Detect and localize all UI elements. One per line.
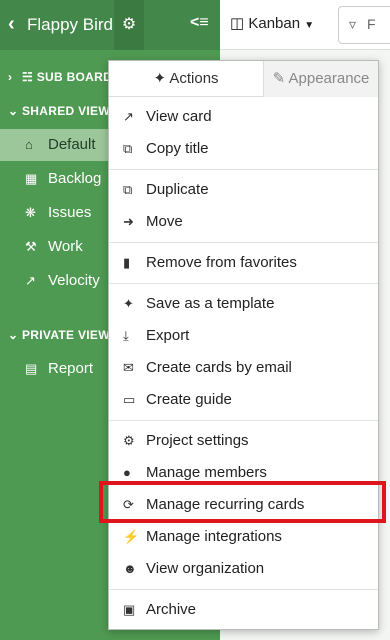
tab-actions[interactable]: ✦ Actions — [109, 61, 263, 97]
collapse-sidebar-icon[interactable]: <≡ — [190, 14, 209, 32]
view-switcher-button[interactable]: ◫ Kanban ▼ — [230, 14, 314, 32]
wrench-icon: ⚒ — [25, 239, 37, 254]
brush-icon: ✎ — [272, 70, 286, 87]
menu-item-label: Export — [146, 327, 190, 344]
tab-appearance[interactable]: ✎ Appearance — [263, 61, 378, 97]
home-icon: ⌂ — [25, 137, 33, 152]
download-icon: ⤓ — [123, 328, 129, 343]
menu-item-view-organization[interactable]: ☻ View organization — [109, 553, 378, 585]
users-icon: ☻ — [123, 561, 137, 576]
sidebar-item-label: Work — [48, 238, 83, 255]
menu-divider — [109, 169, 378, 170]
section-private-views[interactable]: ⌄ PRIVATE VIEWS — [8, 328, 118, 342]
menu-item-label: View card — [146, 108, 212, 125]
arrow-right-icon: ➜ — [123, 214, 134, 229]
chevron-down-icon: ⌄ — [8, 104, 19, 118]
chevron-right-icon: › — [8, 70, 13, 84]
filter-icon: ▿ — [349, 16, 357, 32]
sidebar-item-label: Report — [48, 360, 94, 377]
menu-item-label: Remove from favorites — [146, 254, 297, 271]
menu-divider — [109, 589, 378, 590]
section-shared-views[interactable]: ⌄ SHARED VIEWS — [8, 104, 118, 118]
menu-item-label: Manage members — [146, 464, 267, 481]
line-chart-icon: ↗ — [25, 273, 36, 288]
menu-item-archive[interactable]: ▣ Archive — [109, 594, 378, 626]
tab-label: Appearance — [288, 70, 370, 87]
menu-item-manage-integrations[interactable]: ⚡ Manage integrations — [109, 521, 378, 553]
sidebar-header: ‹ Flappy Bird ⚙ <≡ — [0, 0, 220, 50]
menu-item-label: Save as a template — [146, 295, 275, 312]
menu-item-label: View organization — [146, 560, 265, 577]
menu-item-label: Archive — [146, 601, 197, 618]
section-label: SHARED VIEWS — [22, 104, 119, 118]
menu-item-label: Manage integrations — [146, 528, 282, 545]
section-label: PRIVATE VIEWS — [22, 328, 119, 342]
archive-icon: ▣ — [123, 602, 136, 617]
caret-down-icon: ▼ — [304, 20, 315, 31]
highlight-box — [99, 481, 386, 523]
bookmark-icon: ▮ — [123, 255, 131, 270]
magic-wand-icon: ✦ — [153, 70, 167, 87]
sidebar-item-label: Default — [48, 136, 96, 153]
menu-item-project-settings[interactable]: ⚙ Project settings — [109, 425, 378, 457]
grid-icon: ▦ — [25, 171, 38, 186]
board-actions-dropdown: ✦ Actions ✎ Appearance ↗ View card ⧉ Cop… — [108, 60, 379, 630]
menu-divider — [109, 242, 378, 243]
section-sub-boards[interactable]: › ☵ SUB BOARDS — [8, 70, 120, 84]
menu-item-label: Project settings — [146, 432, 249, 449]
sidebar-item-label: Velocity — [48, 272, 100, 289]
menu-item-move[interactable]: ➜ Move — [109, 206, 378, 238]
filter-placeholder: F — [367, 16, 376, 32]
menu-item-copy-title[interactable]: ⧉ Copy title — [109, 133, 378, 165]
board-title[interactable]: Flappy Bird — [27, 15, 113, 35]
dropdown-tabs: ✦ Actions ✎ Appearance — [109, 61, 378, 97]
menu-item-label: Create cards by email — [146, 359, 292, 376]
envelope-icon: ✉ — [123, 360, 134, 375]
plug-icon: ⚡ — [123, 529, 140, 544]
menu-item-view-card[interactable]: ↗ View card — [109, 101, 378, 133]
copy-icon: ⧉ — [123, 141, 133, 156]
tab-label: Actions — [169, 70, 219, 87]
main-header: ◫ Kanban ▼ ▿ F — [220, 0, 390, 50]
menu-item-export[interactable]: ⤓ Export — [109, 320, 378, 352]
menu-item-label: Create guide — [146, 391, 232, 408]
sitemap-icon: ☵ — [22, 70, 37, 84]
columns-icon: ◫ — [230, 15, 245, 32]
chevron-left-icon[interactable]: ‹ — [8, 13, 15, 36]
menu-item-label: Duplicate — [146, 181, 209, 198]
menu-divider — [109, 283, 378, 284]
menu-item-create-cards-email[interactable]: ✉ Create cards by email — [109, 352, 378, 384]
menu-item-duplicate[interactable]: ⧉ Duplicate — [109, 174, 378, 206]
filter-input[interactable]: ▿ F — [338, 6, 390, 44]
menu-item-remove-favorites[interactable]: ▮ Remove from favorites — [109, 247, 378, 279]
chevron-down-icon: ⌄ — [8, 328, 19, 342]
external-link-icon: ↗ — [123, 109, 134, 124]
magic-wand-icon: ✦ — [123, 296, 134, 311]
bug-icon: ❋ — [25, 205, 36, 220]
sidebar-item-label: Backlog — [48, 170, 102, 187]
menu-item-create-guide[interactable]: ▭ Create guide — [109, 384, 378, 416]
view-switcher-label: Kanban — [248, 15, 301, 32]
menu-item-label: Move — [146, 213, 183, 230]
sidebar-item-label: Issues — [48, 204, 92, 221]
menu-item-save-template[interactable]: ✦ Save as a template — [109, 288, 378, 320]
menu-item-label: Copy title — [146, 140, 209, 157]
cogs-icon: ⚙ — [123, 433, 135, 448]
gear-icon[interactable]: ⚙ — [114, 0, 144, 50]
menu-divider — [109, 420, 378, 421]
book-icon: ▭ — [123, 392, 136, 407]
bar-chart-icon: ▤ — [25, 361, 38, 376]
duplicate-icon: ⧉ — [123, 182, 133, 197]
